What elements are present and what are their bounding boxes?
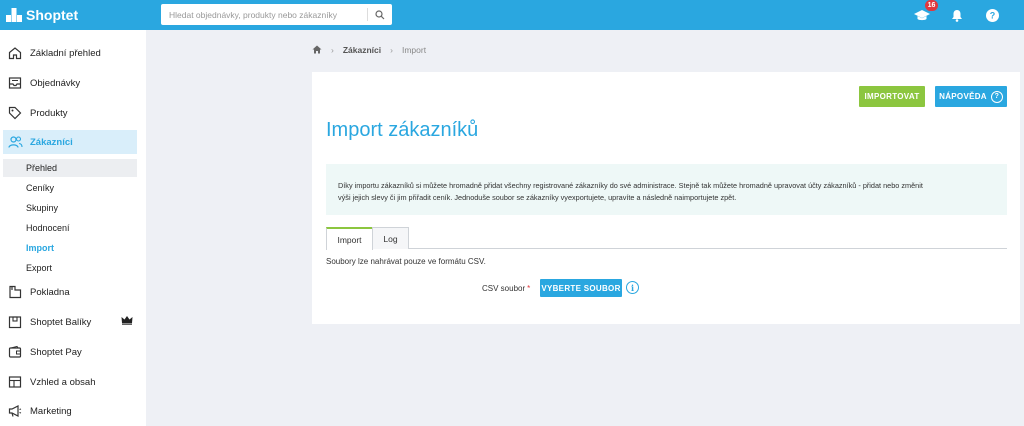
choose-file-button[interactable]: VYBERTE SOUBOR bbox=[540, 279, 622, 297]
info-text-line-2: výši jejich slevy či jim přiřadit ceník.… bbox=[338, 192, 737, 202]
notification-badge: 16 bbox=[925, 0, 938, 11]
chevron-right-icon: › bbox=[331, 45, 334, 55]
svg-text:?: ? bbox=[989, 10, 995, 20]
shoptet-logo[interactable]: Shoptet bbox=[6, 6, 78, 24]
sidebar-item-shoptet-pay[interactable]: Shoptet Pay bbox=[3, 340, 137, 364]
search-input[interactable] bbox=[161, 4, 367, 25]
chevron-right-icon: › bbox=[390, 45, 393, 55]
sidebar-subitem-groups[interactable]: Skupiny bbox=[3, 199, 137, 217]
csv-file-label-text: CSV soubor bbox=[482, 284, 526, 293]
sidebar-item-label: Vzhled a obsah bbox=[30, 376, 96, 388]
info-text-line-1: Díky importu zákazníků si můžete hromadn… bbox=[338, 181, 923, 190]
sidebar-item-label: Zákazníci bbox=[30, 136, 73, 148]
bell-icon bbox=[952, 9, 962, 22]
package-icon bbox=[7, 314, 23, 330]
help-button[interactable]: ? bbox=[983, 6, 1001, 24]
import-card: IMPORTOVAT NÁPOVĚDA ? Import zákazníků D… bbox=[312, 72, 1020, 324]
help-icon: ? bbox=[985, 8, 999, 22]
top-bar: Shoptet 16 ? bbox=[0, 0, 1024, 30]
tag-icon bbox=[7, 105, 23, 121]
question-icon: ? bbox=[990, 90, 1003, 103]
sidebar-item-dashboard[interactable]: Základní přehled bbox=[3, 41, 137, 65]
search-box bbox=[161, 4, 392, 25]
sidebar-item-label: Základní přehled bbox=[30, 47, 101, 59]
breadcrumb-current: Import bbox=[401, 45, 427, 55]
breadcrumb: › Zákazníci › Import bbox=[312, 44, 426, 56]
register-icon bbox=[7, 284, 23, 300]
required-asterisk: * bbox=[527, 284, 531, 293]
sidebar-item-label: Shoptet Balíky bbox=[30, 316, 92, 328]
sidebar-subitem-export[interactable]: Export bbox=[3, 259, 137, 277]
sidebar-item-label: Marketing bbox=[30, 405, 72, 417]
sidebar-item-pos[interactable]: Pokladna bbox=[3, 280, 137, 304]
csv-file-label: CSV soubor * bbox=[482, 284, 530, 293]
info-box: Díky importu zákazníků si můžete hromadn… bbox=[326, 164, 1007, 215]
sidebar-item-customers[interactable]: Zákazníci bbox=[3, 130, 137, 154]
info-icon[interactable]: i bbox=[626, 281, 639, 294]
wallet-icon bbox=[7, 344, 23, 360]
help-docs-button[interactable]: NÁPOVĚDA ? bbox=[935, 86, 1007, 107]
sidebar-subitem-reviews[interactable]: Hodnocení bbox=[3, 219, 137, 237]
shoptet-logo-icon bbox=[6, 8, 22, 22]
megaphone-icon bbox=[7, 403, 23, 419]
sidebar-item-label: Objednávky bbox=[30, 77, 81, 89]
sidebar-subitem-overview[interactable]: Přehled bbox=[3, 159, 137, 177]
sidebar-item-orders[interactable]: Objednávky bbox=[3, 71, 137, 95]
sidebar-subitem-import[interactable]: Import bbox=[3, 239, 137, 257]
sidebar-item-label: Produkty bbox=[30, 107, 68, 119]
notifications-button[interactable] bbox=[948, 6, 966, 24]
brand-name: Shoptet bbox=[26, 7, 79, 23]
sidebar-item-shoptet-packages[interactable]: Shoptet Balíky bbox=[3, 310, 137, 334]
csv-note: Soubory lze nahrávat pouze ve formátu CS… bbox=[326, 257, 486, 266]
sidebar-item-label: Pokladna bbox=[30, 286, 70, 298]
breadcrumb-home-icon[interactable] bbox=[312, 45, 322, 56]
sidebar: Základní přehled Objednávky Produkty Zák… bbox=[0, 30, 146, 426]
layout-icon bbox=[7, 374, 23, 390]
search-button[interactable] bbox=[368, 4, 392, 25]
tab-log[interactable]: Log bbox=[372, 227, 409, 249]
sidebar-subitem-price-lists[interactable]: Ceníky bbox=[3, 179, 137, 197]
import-button[interactable]: IMPORTOVAT bbox=[859, 86, 925, 107]
search-icon bbox=[375, 9, 385, 19]
home-icon bbox=[7, 45, 23, 61]
tab-import[interactable]: Import bbox=[326, 227, 373, 250]
page-title: Import zákazníků bbox=[326, 119, 479, 141]
crown-icon bbox=[121, 315, 133, 328]
sidebar-item-marketing[interactable]: Marketing bbox=[3, 399, 137, 423]
sidebar-item-appearance[interactable]: Vzhled a obsah bbox=[3, 370, 137, 394]
users-icon bbox=[7, 134, 23, 150]
tabs: Import Log bbox=[326, 227, 1007, 250]
sidebar-item-label: Shoptet Pay bbox=[30, 346, 82, 358]
sidebar-item-products[interactable]: Produkty bbox=[3, 101, 137, 125]
inbox-icon bbox=[7, 75, 23, 91]
breadcrumb-customers-link[interactable]: Zákazníci bbox=[343, 45, 381, 55]
help-docs-label: NÁPOVĚDA bbox=[939, 92, 987, 101]
